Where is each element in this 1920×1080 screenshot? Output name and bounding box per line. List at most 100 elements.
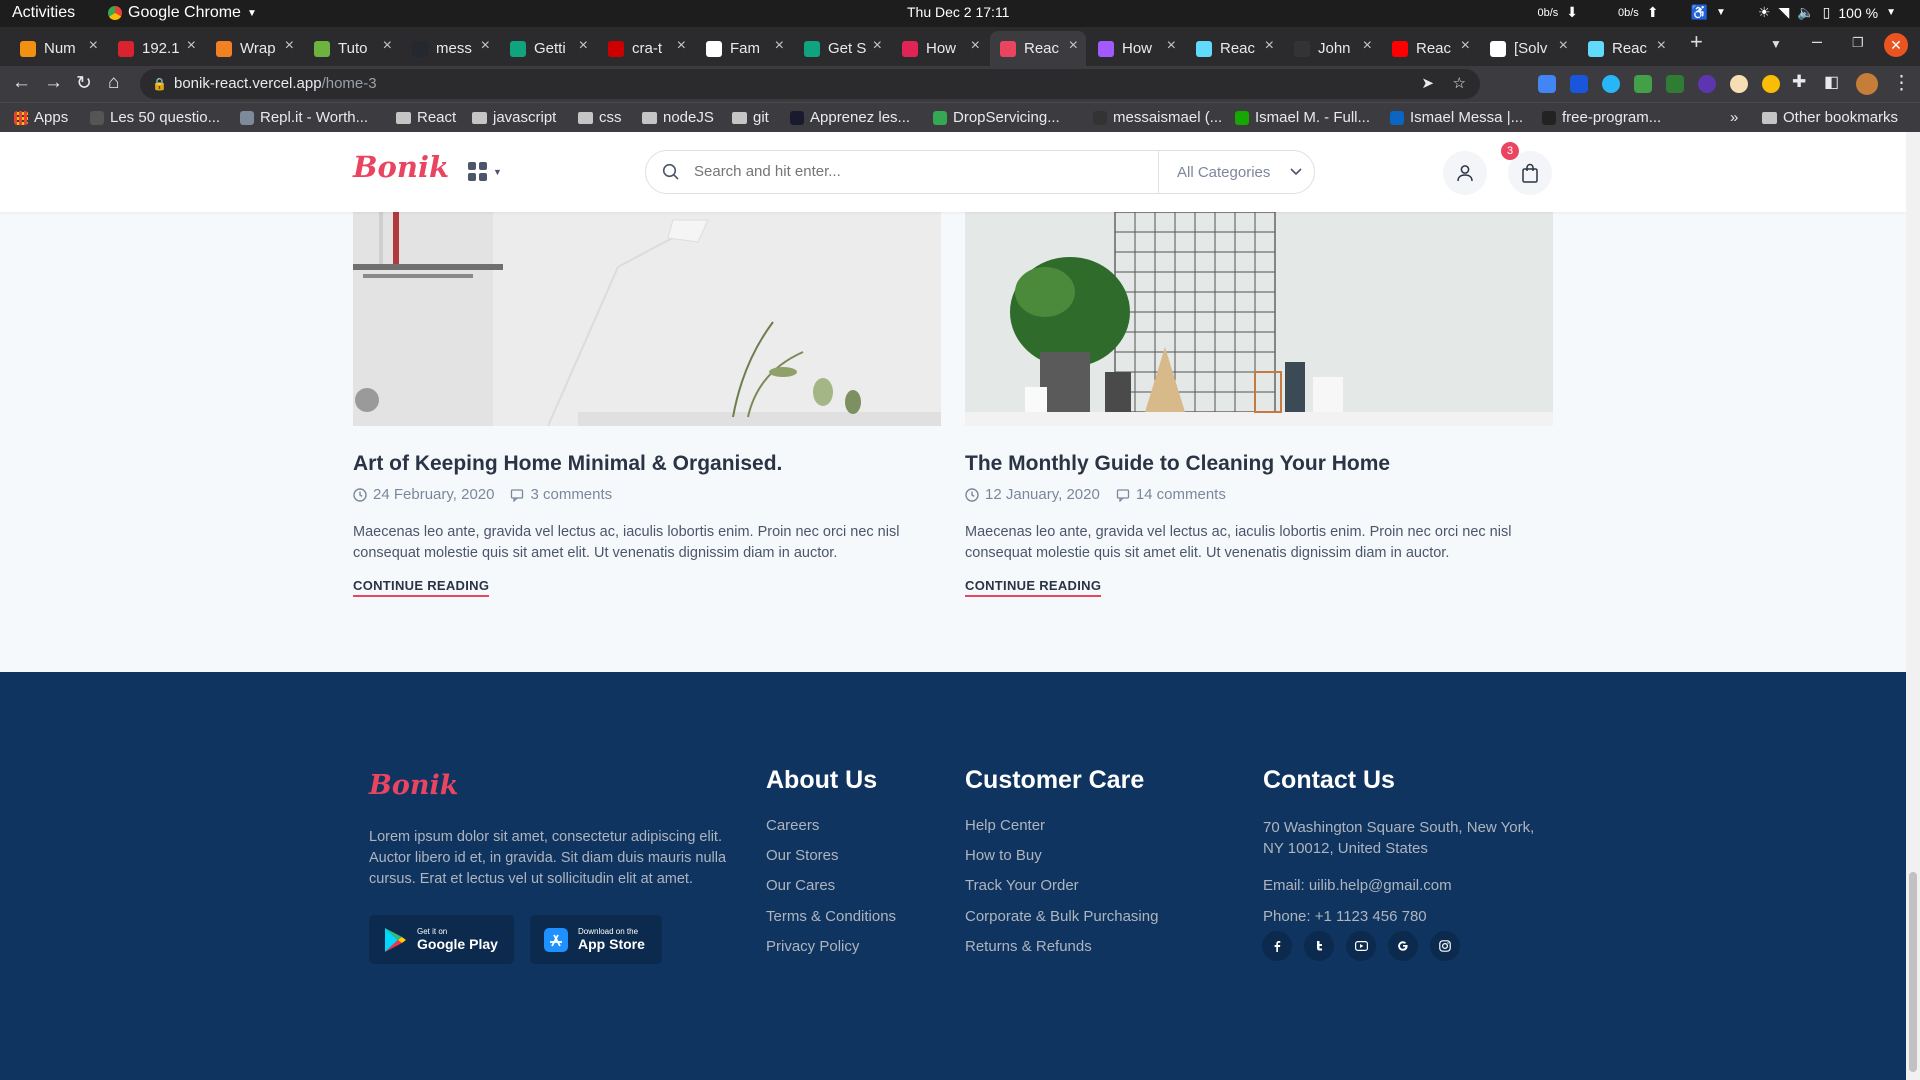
clock[interactable]: Thu Dec 2 17:11: [907, 4, 1009, 20]
continue-reading-link[interactable]: CONTINUE READING: [965, 578, 1102, 597]
footer-link[interactable]: How to Buy: [965, 847, 1042, 864]
post-image[interactable]: [353, 212, 941, 426]
browser-tab[interactable]: Num ×: [10, 31, 106, 66]
bookmark-item[interactable]: css: [578, 109, 622, 126]
extension-icon[interactable]: [1634, 75, 1652, 93]
footer-link[interactable]: Help Center: [965, 817, 1045, 834]
tab-close-icon[interactable]: ×: [1167, 37, 1176, 55]
tab-close-icon[interactable]: ×: [481, 37, 490, 55]
bookmark-star-icon[interactable]: ☆: [1453, 69, 1466, 99]
app-store-button[interactable]: Download on the App Store: [530, 915, 662, 964]
back-arrow-icon[interactable]: ←: [12, 72, 31, 94]
browser-tab[interactable]: Get S ×: [794, 31, 890, 66]
tab-close-icon[interactable]: ×: [1265, 37, 1274, 55]
bookmark-item[interactable]: messaismael (...: [1093, 109, 1222, 126]
activities-button[interactable]: Activities: [12, 4, 75, 22]
tab-close-icon[interactable]: ×: [89, 37, 98, 55]
browser-tab[interactable]: cra-t ×: [598, 31, 694, 66]
instagram-link[interactable]: [1430, 931, 1460, 961]
footer-logo[interactable]: Bonik: [369, 770, 458, 801]
tab-close-icon[interactable]: ×: [1069, 37, 1078, 55]
extension-icon[interactable]: [1730, 75, 1748, 93]
tab-close-icon[interactable]: ×: [187, 37, 196, 55]
tab-close-icon[interactable]: ×: [579, 37, 588, 55]
bookmark-item[interactable]: React: [396, 109, 456, 126]
tab-search-icon[interactable]: ▼: [1770, 37, 1782, 51]
post-title[interactable]: The Monthly Guide to Cleaning Your Home: [965, 452, 1390, 476]
category-select[interactable]: All Categories: [1158, 151, 1315, 193]
translate-extension-icon[interactable]: [1538, 75, 1556, 93]
extension-icon[interactable]: [1570, 75, 1588, 93]
browser-tab[interactable]: mess ×: [402, 31, 498, 66]
google-link[interactable]: [1388, 931, 1418, 961]
browser-tab[interactable]: Reac ×: [1186, 31, 1282, 66]
bookmark-item[interactable]: javascript: [472, 109, 556, 126]
post-comments[interactable]: 3 comments: [530, 486, 612, 503]
tab-close-icon[interactable]: ×: [1461, 37, 1470, 55]
bookmark-item[interactable]: DropServicing...: [933, 109, 1060, 126]
minimize-icon[interactable]: –: [1812, 31, 1822, 52]
new-tab-button[interactable]: +: [1690, 29, 1703, 55]
profile-avatar[interactable]: [1856, 73, 1878, 95]
footer-link[interactable]: Privacy Policy: [766, 938, 859, 955]
tab-close-icon[interactable]: ×: [1657, 37, 1666, 55]
continue-reading-link[interactable]: CONTINUE READING: [353, 578, 490, 597]
post-comments[interactable]: 14 comments: [1136, 486, 1226, 503]
home-icon[interactable]: ⌂: [108, 72, 119, 94]
footer-link[interactable]: Corporate & Bulk Purchasing: [965, 908, 1158, 925]
footer-link[interactable]: Returns & Refunds: [965, 938, 1092, 955]
address-bar[interactable]: 🔒 bonik-react.vercel.app/home-3 ➤ ☆: [140, 69, 1480, 99]
bookmark-item[interactable]: free-program...: [1542, 109, 1661, 126]
kebab-menu-icon[interactable]: ⋮: [1892, 72, 1911, 95]
post-image[interactable]: [965, 212, 1553, 426]
bookmark-other[interactable]: Other bookmarks: [1762, 109, 1898, 126]
browser-tab[interactable]: Fam ×: [696, 31, 792, 66]
facebook-link[interactable]: [1262, 931, 1292, 961]
browser-tab[interactable]: Reac ×: [990, 31, 1086, 66]
tab-close-icon[interactable]: ×: [1363, 37, 1372, 55]
browser-tab[interactable]: John ×: [1284, 31, 1380, 66]
bookmark-item[interactable]: Ismael M. - Full...: [1235, 109, 1370, 126]
tab-close-icon[interactable]: ×: [775, 37, 784, 55]
browser-tab[interactable]: Wrap ×: [206, 31, 302, 66]
system-tray[interactable]: 0b/s ⬇ 0b/s ⬆ ♿ ▼ ☀ ◥ 🔈 ▯ 100 % ▼: [1537, 4, 1896, 21]
footer-link[interactable]: Our Cares: [766, 877, 835, 894]
browser-tab[interactable]: How ×: [892, 31, 988, 66]
side-panel-icon[interactable]: ◧: [1824, 72, 1839, 92]
extension-icon[interactable]: [1602, 75, 1620, 93]
tab-close-icon[interactable]: ×: [383, 37, 392, 55]
footer-link[interactable]: Careers: [766, 817, 819, 834]
bookmarks-overflow-icon[interactable]: »: [1730, 109, 1738, 126]
sync-extension-icon[interactable]: [1762, 75, 1780, 93]
shield-extension-icon[interactable]: [1666, 75, 1684, 93]
bookmark-item[interactable]: Apps: [14, 109, 68, 126]
twitter-link[interactable]: [1304, 931, 1334, 961]
post-title[interactable]: Art of Keeping Home Minimal & Organised.: [353, 452, 782, 476]
browser-tab[interactable]: [Solv ×: [1480, 31, 1576, 66]
tab-close-icon[interactable]: ×: [1559, 37, 1568, 55]
reload-icon[interactable]: ↻: [76, 72, 92, 95]
scrollbar-thumb[interactable]: [1909, 872, 1917, 1072]
extension-icon[interactable]: [1698, 75, 1716, 93]
close-window-icon[interactable]: ✕: [1884, 33, 1908, 57]
contact-email[interactable]: Email: uilib.help@gmail.com: [1263, 877, 1452, 894]
bookmark-item[interactable]: Les 50 questio...: [90, 109, 220, 126]
browser-tab[interactable]: Getti ×: [500, 31, 596, 66]
browser-tab[interactable]: Reac ×: [1382, 31, 1478, 66]
bookmark-item[interactable]: git: [732, 109, 769, 126]
search-input[interactable]: [694, 163, 1144, 180]
bookmark-item[interactable]: Repl.it - Worth...: [240, 109, 368, 126]
footer-link[interactable]: Terms & Conditions: [766, 908, 896, 925]
site-logo[interactable]: Bonik: [353, 150, 449, 184]
account-button[interactable]: [1443, 151, 1487, 195]
puzzle-extensions-icon[interactable]: ✚: [1792, 72, 1806, 92]
contact-phone[interactable]: Phone: +1 1123 456 780: [1263, 908, 1427, 925]
footer-link[interactable]: Track Your Order: [965, 877, 1079, 894]
send-tab-icon[interactable]: ➤: [1421, 69, 1434, 99]
tab-close-icon[interactable]: ×: [873, 37, 882, 55]
bookmark-item[interactable]: Apprenez les...: [790, 109, 910, 126]
browser-tab[interactable]: 192.1 ×: [108, 31, 204, 66]
restore-icon[interactable]: ❐: [1852, 35, 1864, 51]
forward-arrow-icon[interactable]: →: [44, 72, 63, 94]
browser-tab[interactable]: Tuto ×: [304, 31, 400, 66]
